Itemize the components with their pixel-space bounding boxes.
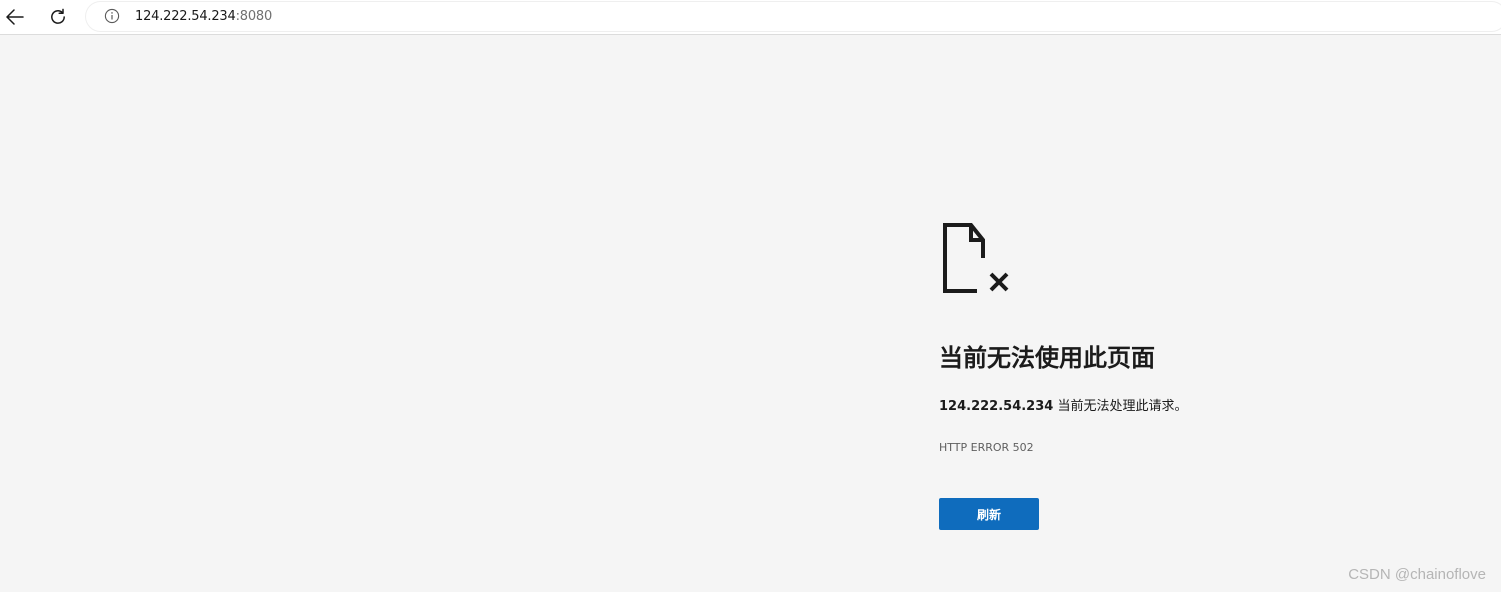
url-text[interactable]: 124.222.54.234:8080 [135, 8, 272, 25]
error-title: 当前无法使用此页面 [939, 344, 1155, 372]
error-description: 124.222.54.234 当前无法处理此请求。 [939, 397, 1187, 417]
error-code: HTTP ERROR 502 [939, 441, 1034, 454]
url-host: 124.222.54.234 [135, 9, 236, 24]
reload-icon [51, 8, 65, 24]
refresh-button[interactable]: 刷新 [939, 498, 1039, 530]
arrow-left-icon [6, 9, 24, 25]
info-circle-icon[interactable] [104, 8, 120, 24]
broken-document-icon [943, 223, 1009, 293]
error-host: 124.222.54.234 [939, 399, 1054, 414]
error-message: 当前无法处理此请求。 [1053, 399, 1188, 414]
back-button[interactable] [2, 4, 28, 30]
url-port: :8080 [235, 9, 273, 24]
watermark: CSDN @chainoflove [1348, 566, 1486, 583]
browser-toolbar: 124.222.54.234:8080 [0, 0, 1501, 35]
address-bar[interactable]: 124.222.54.234:8080 [86, 2, 1501, 31]
reload-button[interactable] [45, 4, 71, 30]
